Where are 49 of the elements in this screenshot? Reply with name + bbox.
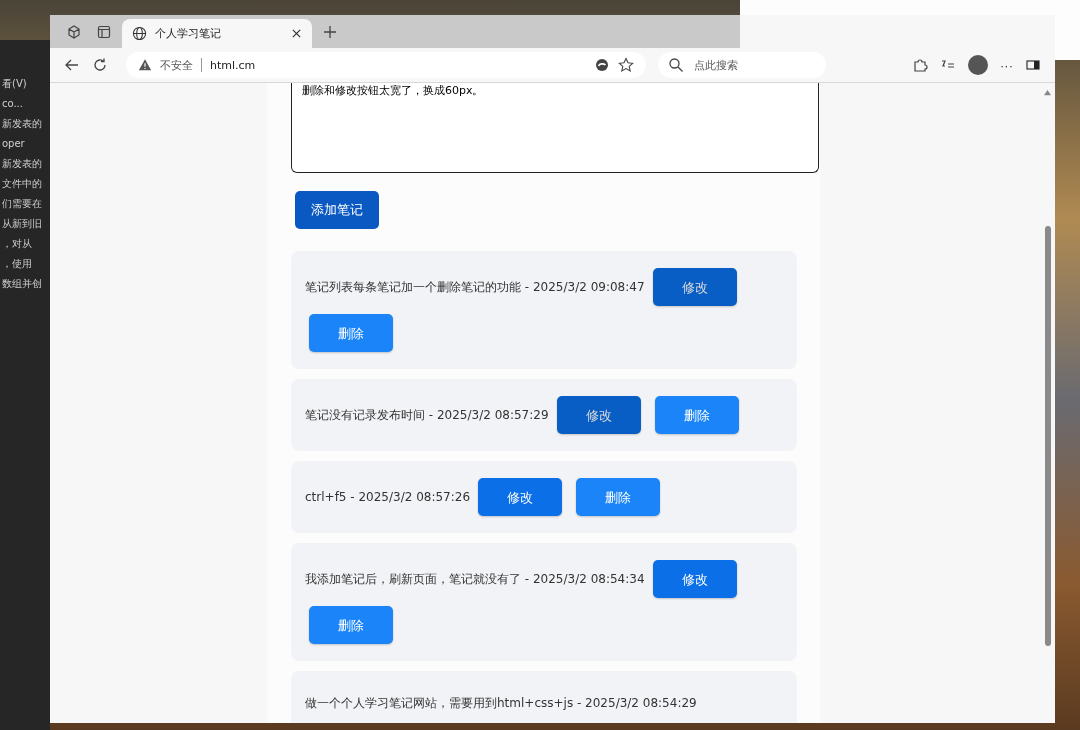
refresh-icon[interactable] xyxy=(92,57,108,73)
tab-title: 个人学习笔记 xyxy=(155,26,222,41)
globe-icon xyxy=(132,26,147,41)
delete-button[interactable]: 删除 xyxy=(309,314,393,352)
edit-button[interactable]: 修改 xyxy=(478,478,563,516)
browser-tab[interactable]: 个人学习笔记 xyxy=(122,19,312,48)
delete-button[interactable]: 删除 xyxy=(309,606,393,644)
profile-avatar[interactable] xyxy=(968,55,988,75)
more-button[interactable]: ··· xyxy=(1000,57,1013,73)
favorite-star-icon[interactable] xyxy=(618,57,634,73)
editor-text: ，对从 xyxy=(2,238,32,250)
editor-text: 新发表的 xyxy=(2,158,42,170)
edit-button[interactable]: 修改 xyxy=(652,268,737,306)
editor-text: oper xyxy=(2,138,25,150)
url-text: html.cm xyxy=(210,58,256,72)
editor-text: co... xyxy=(2,98,23,110)
scroll-up-icon[interactable] xyxy=(1043,89,1052,96)
sidebar-icon[interactable] xyxy=(1025,57,1041,73)
workspaces-icon[interactable] xyxy=(66,24,82,40)
note-text: 笔记列表每条笔记加一个删除笔记的功能 - 2025/3/2 09:08:47 xyxy=(305,279,645,294)
new-tab-icon[interactable] xyxy=(322,24,338,40)
note-text: 笔记没有记录发布时间 - 2025/3/2 08:57:29 xyxy=(305,407,549,422)
editor-text: 们需要在 xyxy=(2,198,42,210)
note-text: 做一个个人学习笔记网站，需要用到html+css+js - 2025/3/2 08:54:29 xyxy=(305,696,697,710)
edit-button[interactable]: 修改 xyxy=(556,396,641,434)
delete-button[interactable]: 删除 xyxy=(576,478,661,516)
edit-button[interactable]: 修改 xyxy=(652,560,737,598)
security-label: 不安全 xyxy=(160,57,193,73)
editor-text: 数组并创 xyxy=(2,278,42,290)
close-icon[interactable] xyxy=(291,28,302,39)
add-note-button[interactable]: 添加笔记 xyxy=(295,191,379,229)
editor-text: ，使用 xyxy=(2,258,32,270)
note-text: 我添加笔记后，刷新页面，笔记就没有了 - 2025/3/2 08:54:34 xyxy=(305,571,645,586)
scrollbar-thumb[interactable] xyxy=(1044,226,1051,646)
tab-actions-icon[interactable] xyxy=(96,24,112,40)
note-text: ctrl+f5 - 2025/3/2 08:57:26 xyxy=(305,489,471,504)
editor-text: 新发表的 xyxy=(2,118,42,130)
editor-text: 文件中的 xyxy=(2,178,42,190)
editor-text: 看(V) xyxy=(2,78,27,90)
search-icon xyxy=(668,57,684,73)
delete-button[interactable]: 删除 xyxy=(654,396,739,434)
back-icon[interactable] xyxy=(64,57,80,73)
swirl-icon[interactable] xyxy=(594,57,610,73)
note-input-field[interactable]: 删除和修改按钮太宽了，换成60px。 xyxy=(291,83,819,173)
warning-icon xyxy=(138,58,152,72)
address-bar[interactable]: 不安全 html.cm xyxy=(126,52,646,78)
editor-text: 从新到旧 xyxy=(2,218,42,230)
search-field[interactable]: 点此搜索 xyxy=(658,52,826,78)
extensions-icon[interactable] xyxy=(912,57,928,73)
